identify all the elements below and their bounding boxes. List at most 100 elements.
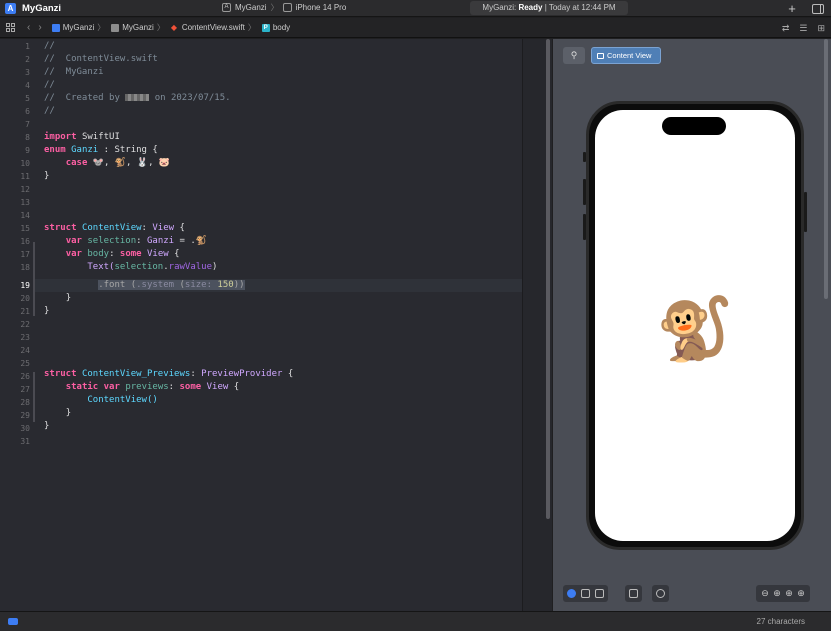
preview-canvas: ⚲ Content View 🐒 ⊖ ⊕ ⊕ ⊕ <box>553 39 831 611</box>
phone-side-button <box>583 214 586 240</box>
line-number: 19 <box>20 281 30 290</box>
breadcrumb-label: ContentView.swift <box>181 23 245 32</box>
device-picker-icon[interactable] <box>656 589 665 598</box>
line-number: 6 <box>25 107 30 116</box>
zoom-100-icon[interactable]: ⊕ <box>772 588 782 599</box>
line-number: 21 <box>20 307 30 316</box>
activity-status: MyGanzi: Ready | Today at 12:44 PM <box>470 1 628 15</box>
project-icon <box>51 23 60 32</box>
line-number: 14 <box>20 211 30 220</box>
line-number: 11 <box>20 172 30 181</box>
inspector-toggle-icon[interactable] <box>812 3 824 14</box>
forward-button[interactable]: › <box>38 22 41 33</box>
chevron-right-icon: 〉 <box>247 23 256 32</box>
scheme-selector[interactable]: A MyGanzi 〉 iPhone 14 Pro <box>222 2 346 13</box>
run-destination: iPhone 14 Pro <box>295 3 347 12</box>
line-number: 9 <box>25 146 30 155</box>
selectable-mode-icon[interactable] <box>581 589 590 598</box>
breadcrumb-symbol[interactable]: P body <box>261 23 291 32</box>
pin-icon[interactable]: ⚲ <box>563 47 585 64</box>
line-number: 27 <box>20 385 30 394</box>
code-line: } <box>44 421 50 431</box>
line-number: 3 <box>25 68 30 77</box>
breadcrumb-folder[interactable]: MyGanzi <box>111 23 154 32</box>
change-indicator <box>33 372 35 422</box>
breadcrumb-label: body <box>272 23 291 32</box>
iphone-frame: 🐒 <box>583 101 807 550</box>
line-number: 24 <box>20 346 30 355</box>
canvas-scrollbar[interactable] <box>824 39 828 299</box>
live-mode-icon[interactable] <box>567 589 576 598</box>
line-number: 16 <box>20 237 30 246</box>
code-line: // <box>44 106 55 116</box>
monkey-emoji: 🐒 <box>656 295 734 364</box>
line-number: 10 <box>20 159 30 168</box>
split-editor-icon[interactable]: ⊞ <box>817 23 825 34</box>
folder-icon <box>111 23 120 32</box>
code-line: } <box>65 293 72 303</box>
property-icon: P <box>261 23 270 32</box>
add-library-button[interactable]: + <box>782 0 802 17</box>
status-app-name: MyGanzi: <box>482 3 517 12</box>
editor-scrollbar[interactable] <box>522 39 552 611</box>
swift-file-icon: ◆ <box>170 22 177 32</box>
jump-bar: ‹ › MyGanzi 〉 MyGanzi 〉 ◆ ContentView.sw… <box>0 18 831 38</box>
device-settings-icon[interactable] <box>629 589 638 598</box>
phone-side-button <box>804 192 807 232</box>
code-line: // ContentView.swift <box>44 54 158 64</box>
line-number: 26 <box>20 372 30 381</box>
device-settings-controls <box>625 585 642 602</box>
selected-code[interactable]: .font (.system (size: 150)) <box>98 280 245 290</box>
debug-area-toggle-icon[interactable] <box>8 618 18 625</box>
editor-options-icon[interactable]: ☰ <box>799 23 807 34</box>
line-number: 1 <box>25 42 30 51</box>
code-line: } <box>44 171 50 181</box>
code-line: import SwiftUI <box>44 132 120 142</box>
code-line: // MyGanzi <box>44 67 104 77</box>
breadcrumb-project[interactable]: MyGanzi <box>51 23 94 32</box>
zoom-out-icon[interactable]: ⊖ <box>760 588 770 599</box>
zoom-controls: ⊖ ⊕ ⊕ ⊕ <box>756 585 810 602</box>
code-line: var body: some View { <box>65 249 180 259</box>
line-number: 2 <box>25 55 30 64</box>
scroll-thumb[interactable] <box>546 39 550 519</box>
line-number: 30 <box>20 424 30 433</box>
chevron-right-icon: 〉 <box>270 3 279 12</box>
redacted-author <box>125 94 150 101</box>
line-number: 18 <box>20 263 30 272</box>
variants-icon[interactable] <box>595 589 604 598</box>
back-button[interactable]: ‹ <box>27 22 30 33</box>
content-view-preview-button[interactable]: Content View <box>591 47 661 64</box>
line-number: 23 <box>20 333 30 342</box>
code-editor[interactable]: 1 2 3 4 5 6 7 8 9 10 11 12 13 14 15 16 17 18 19 20 21 22 23 24 2… <box>0 39 552 611</box>
line-number: 4 <box>25 81 30 90</box>
line-number: 29 <box>20 411 30 420</box>
zoom-fit-icon[interactable]: ⊕ <box>784 588 794 599</box>
xcode-app-icon: A <box>5 2 16 14</box>
code-line: ContentView() <box>87 395 158 405</box>
window-icon <box>597 53 604 59</box>
related-items-icon[interactable] <box>6 23 15 32</box>
app-target-icon: A <box>222 3 231 12</box>
phone-side-button <box>583 179 586 205</box>
character-count: 27 characters <box>756 617 805 626</box>
line-number: 31 <box>20 437 30 446</box>
code-line: var selection: Ganzi = .🐒 <box>65 236 207 246</box>
refresh-icon[interactable]: ⇄ <box>782 23 790 34</box>
line-number: 7 <box>25 120 30 129</box>
title-bar: A MyGanzi A MyGanzi 〉 iPhone 14 Pro MyGa… <box>0 0 831 17</box>
zoom-in-icon[interactable]: ⊕ <box>796 588 806 599</box>
line-number: 15 <box>20 224 30 233</box>
line-number: 17 <box>20 250 30 259</box>
line-number: 13 <box>20 198 30 207</box>
code-line: // Created by on 2023/07/15. <box>44 93 231 103</box>
scheme-name: MyGanzi <box>235 3 267 12</box>
phone-side-button <box>583 152 586 162</box>
app-title: MyGanzi <box>22 2 62 14</box>
device-icon <box>282 3 292 12</box>
chevron-right-icon: 〉 <box>97 23 106 32</box>
line-number: 12 <box>20 185 30 194</box>
content-view-label: Content View <box>607 51 652 60</box>
breadcrumb-file[interactable]: ◆ ContentView.swift <box>171 23 245 32</box>
preview-screen[interactable]: 🐒 <box>595 110 795 541</box>
